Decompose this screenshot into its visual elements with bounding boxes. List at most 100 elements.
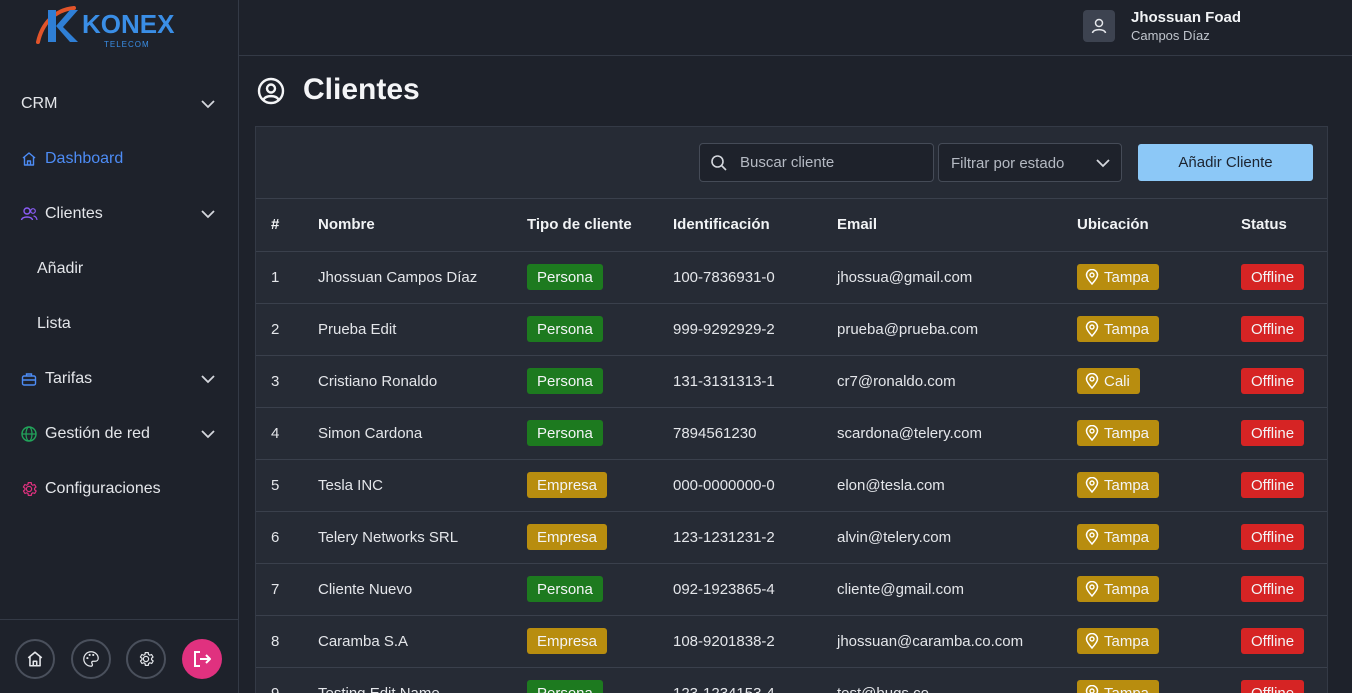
footer-home-button[interactable] — [15, 639, 55, 679]
brand-tagline: TELECOM — [104, 40, 150, 49]
cell-location: Tampa — [1077, 667, 1241, 693]
table-row[interactable]: 8 Caramba S.A Empresa 108-9201838-2 jhossuan… — [256, 615, 1327, 668]
location-badge: Tampa — [1077, 472, 1160, 498]
sidebar-item-clientes[interactable]: Clientes — [0, 186, 238, 241]
column-header-status[interactable]: Status — [1241, 199, 1327, 252]
cell-status: Offline — [1241, 667, 1327, 693]
location-label: Tampa — [1104, 580, 1150, 598]
sidebar-subitem-anadir[interactable]: Añadir — [0, 241, 238, 296]
client-identification: 131-3131313-1 — [673, 372, 775, 390]
cell-location: Tampa — [1077, 615, 1241, 668]
column-header-nombre[interactable]: Nombre — [318, 199, 527, 252]
cell-type: Persona — [527, 355, 673, 408]
sidebar-item-label: Lista — [37, 314, 71, 332]
briefcase-icon — [20, 370, 38, 388]
table-row[interactable]: 9 Testing Edit Name Persona 123-1234153-4 te… — [256, 667, 1327, 693]
cell-name: Testing Edit Name — [318, 667, 527, 693]
table-row[interactable]: 1 Jhossuan Campos Díaz Persona 100-7836931-… — [256, 251, 1327, 304]
client-identification: 092-1923865-4 — [673, 580, 775, 598]
location-label: Tampa — [1104, 476, 1150, 494]
row-number: 7 — [271, 580, 280, 598]
cell-num: 6 — [256, 511, 318, 564]
cell-id: 999-9292929-2 — [673, 303, 837, 356]
location-badge: Cali — [1077, 368, 1140, 394]
users-icon — [20, 205, 38, 223]
search-icon — [711, 155, 727, 171]
map-pin-icon — [1085, 633, 1099, 649]
cell-location: Tampa — [1077, 407, 1241, 460]
status-filter-select[interactable]: Filtrar por estado — [938, 143, 1122, 182]
cell-name: Cliente Nuevo — [318, 563, 527, 616]
table-row[interactable]: 5 Tesla INC Empresa 000-0000000-0 elon@tesla… — [256, 459, 1327, 512]
globe-icon — [20, 425, 38, 443]
cell-location: Tampa — [1077, 511, 1241, 564]
column-header-tipo[interactable]: Tipo de cliente — [527, 199, 673, 252]
cell-num: 1 — [256, 251, 318, 304]
chevron-down-icon — [201, 209, 215, 218]
client-type-badge: Persona — [527, 368, 603, 394]
map-pin-icon — [1085, 425, 1099, 441]
map-pin-icon — [1085, 529, 1099, 545]
status-badge: Offline — [1241, 316, 1305, 342]
column-header-ubicacion[interactable]: Ubicación — [1077, 199, 1241, 252]
footer-logout-button[interactable] — [182, 639, 222, 679]
konex-logo[interactable]: KONEX TELECOM — [34, 2, 194, 50]
client-email: elon@tesla.com — [837, 476, 945, 494]
map-pin-icon — [1085, 321, 1099, 337]
location-badge: Tampa — [1077, 576, 1160, 602]
table-header: # Nombre Tipo de cliente Identificación … — [256, 199, 1327, 252]
row-number: 8 — [271, 632, 280, 650]
map-pin-icon — [1085, 269, 1099, 285]
row-number: 3 — [271, 372, 280, 390]
location-label: Tampa — [1104, 528, 1150, 546]
search-input[interactable] — [740, 144, 930, 181]
column-header-num[interactable]: # — [256, 199, 318, 252]
location-label: Cali — [1104, 372, 1130, 390]
sidebar-subitem-lista[interactable]: Lista — [0, 296, 238, 351]
clients-card: Filtrar por estado Añadir Cliente # Nomb… — [255, 126, 1328, 693]
avatar[interactable] — [1083, 10, 1115, 42]
cell-type: Empresa — [527, 615, 673, 668]
sidebar-item-label: Tarifas — [45, 369, 93, 387]
user-name: Jhossuan Foad — [1131, 9, 1242, 26]
sidebar-item-tarifas[interactable]: Tarifas — [0, 351, 238, 406]
home-icon — [27, 651, 43, 667]
cell-email: jhossuan@caramba.co.com — [837, 615, 1077, 668]
client-type-badge: Persona — [527, 680, 603, 693]
user-subtitle: Campos Díaz — [1131, 28, 1210, 43]
cell-type: Empresa — [527, 459, 673, 512]
add-client-button[interactable]: Añadir Cliente — [1138, 144, 1313, 181]
cell-name: Telery Networks SRL — [318, 511, 527, 564]
cell-status: Offline — [1241, 251, 1327, 304]
cell-type: Persona — [527, 667, 673, 693]
table-row[interactable]: 6 Telery Networks SRL Empresa 123-1231231-2… — [256, 511, 1327, 564]
client-name: Jhossuan Campos Díaz — [318, 268, 478, 286]
cell-status: Offline — [1241, 355, 1327, 408]
sidebar-item-configuraciones[interactable]: Configuraciones — [0, 461, 238, 516]
cell-location: Cali — [1077, 355, 1241, 408]
location-label: Tampa — [1104, 424, 1150, 442]
sidebar-item-dashboard[interactable]: Dashboard — [0, 131, 238, 186]
logout-icon — [194, 651, 211, 667]
sidebar-item-gestion-red[interactable]: Gestión de red — [0, 406, 238, 461]
cell-email: jhossua@gmail.com — [837, 251, 1077, 304]
cell-id: 123-1231231-2 — [673, 511, 837, 564]
cell-status: Offline — [1241, 563, 1327, 616]
cell-type: Empresa — [527, 511, 673, 564]
sidebar-item-crm[interactable]: CRM — [0, 76, 238, 131]
client-email: test@bugs.co — [837, 684, 929, 693]
table-row[interactable]: 4 Simon Cardona Persona 7894561230 scardona@… — [256, 407, 1327, 460]
row-number: 1 — [271, 268, 280, 286]
column-header-identificacion[interactable]: Identificación — [673, 199, 837, 252]
footer-settings-button[interactable] — [126, 639, 166, 679]
sidebar-nav: CRM Dashboard Clientes Añadir Lista Tari… — [0, 76, 238, 516]
table-row[interactable]: 2 Prueba Edit Persona 999-9292929-2 prueba@p… — [256, 303, 1327, 356]
client-identification: 999-9292929-2 — [673, 320, 775, 338]
footer-theme-button[interactable] — [71, 639, 111, 679]
table-row[interactable]: 7 Cliente Nuevo Persona 092-1923865-4 client… — [256, 563, 1327, 616]
cell-num: 9 — [256, 667, 318, 693]
table-row[interactable]: 3 Cristiano Ronaldo Persona 131-3131313-1 cr… — [256, 355, 1327, 408]
column-header-email[interactable]: Email — [837, 199, 1077, 252]
client-email: cliente@gmail.com — [837, 580, 964, 598]
cell-type: Persona — [527, 303, 673, 356]
